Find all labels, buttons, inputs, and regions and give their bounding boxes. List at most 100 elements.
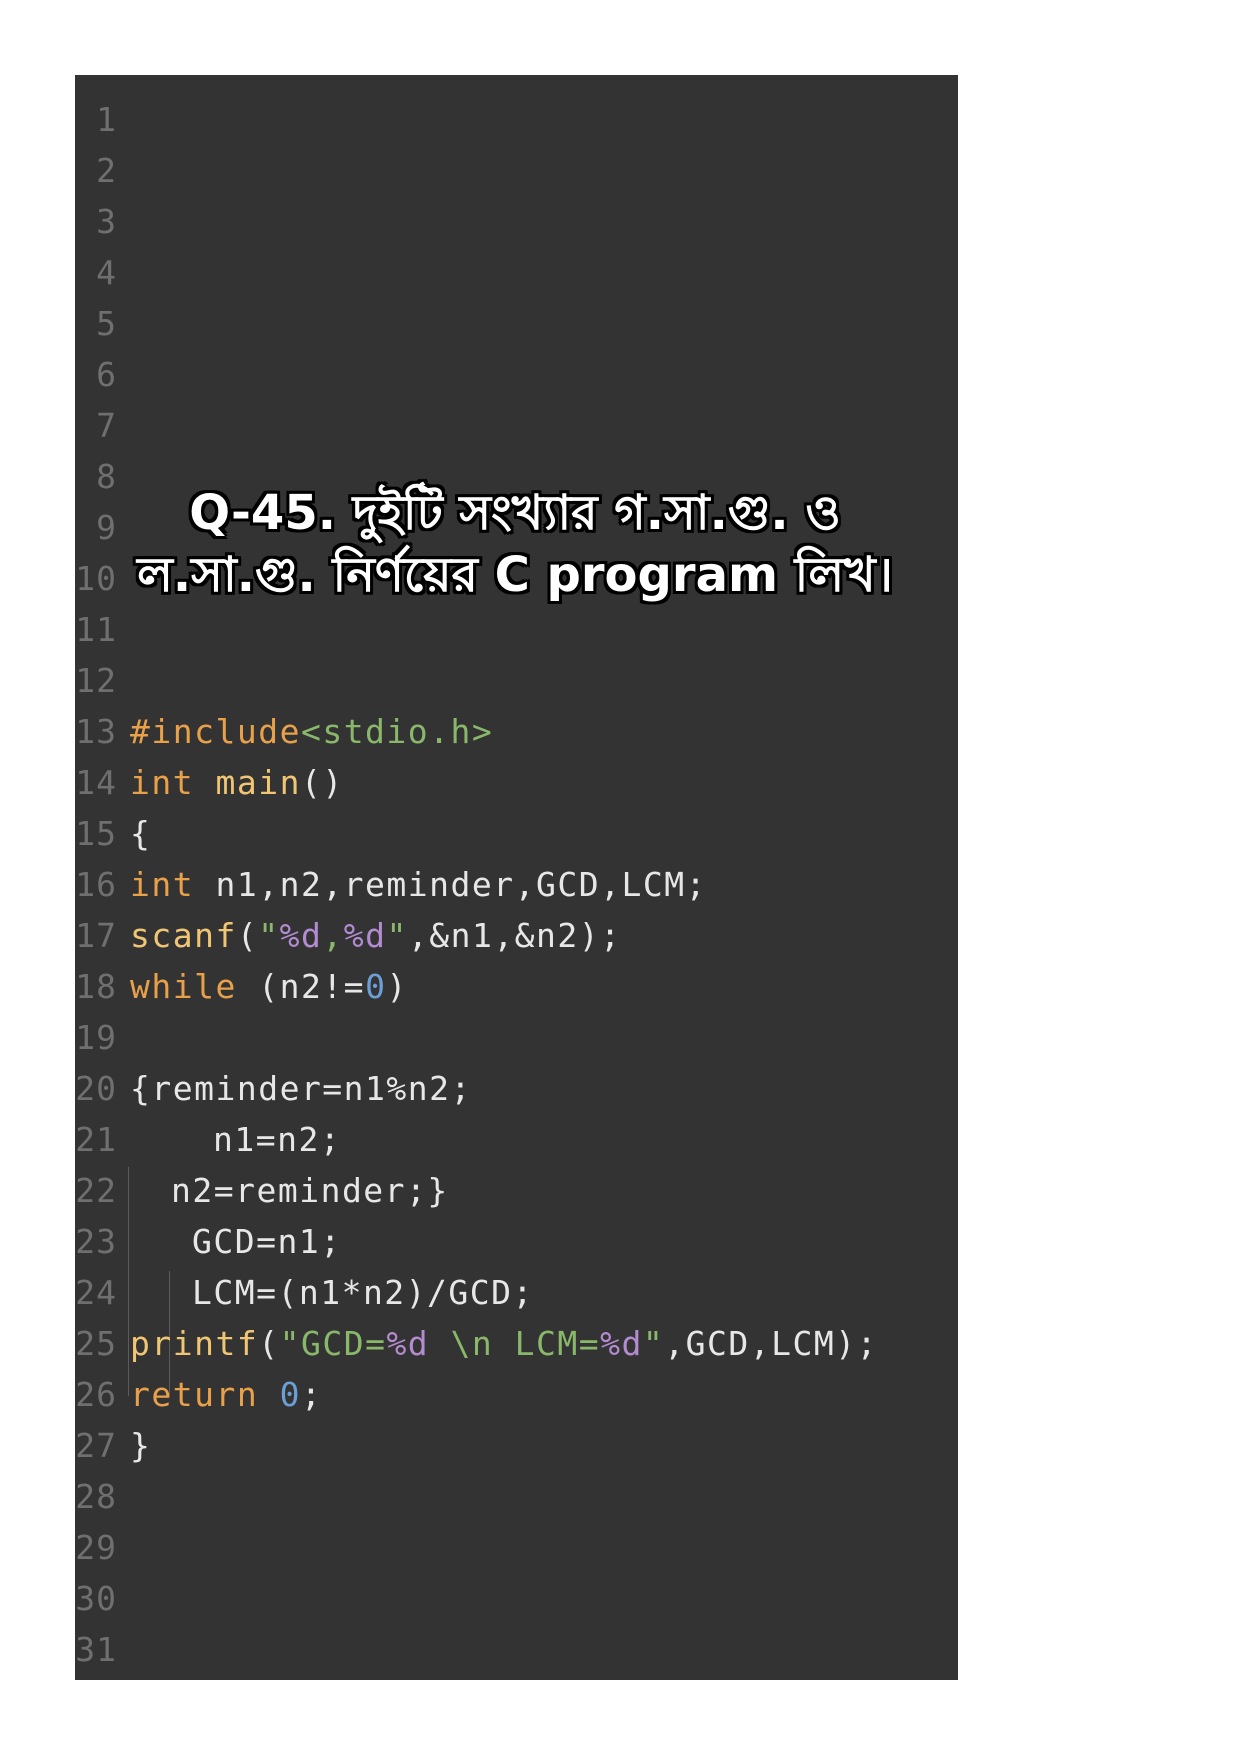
code-line[interactable]: 26 return 0; <box>75 1369 958 1420</box>
line-number: 18 <box>75 967 117 1006</box>
code-token: ,&n1,&n2); <box>407 916 622 955</box>
code-text: return 0; <box>130 1369 322 1420</box>
code-text: n1=n2; <box>213 1114 341 1165</box>
code-line[interactable]: 18 while (n2!=0) <box>75 961 958 1012</box>
code-text: #include<stdio.h> <box>130 706 493 757</box>
code-token: {reminder=n1%n2; <box>130 1069 472 1108</box>
code-line[interactable]: 17 scanf("%d,%d",&n1,&n2); <box>75 910 958 961</box>
question-title-line-2: ল.সা.গু. নির্ণয়ের C program লিখ। <box>137 547 893 603</box>
code-token: ,GCD,LCM); <box>664 1324 878 1363</box>
code-line[interactable]: 31 <box>75 1624 958 1675</box>
code-line[interactable]: 28 <box>75 1471 958 1522</box>
format-specifier: %d <box>386 1324 430 1363</box>
string-literal: " <box>386 916 408 955</box>
code-text: printf("GCD=%d \n LCM=%d",GCD,LCM); <box>130 1318 878 1369</box>
line-number: 14 <box>75 763 117 802</box>
line-number: 31 <box>75 1630 117 1669</box>
format-specifier: %d <box>279 916 323 955</box>
function-name: main <box>215 763 301 802</box>
line-number: 4 <box>96 253 117 292</box>
code-line[interactable]: 11 <box>75 604 958 655</box>
code-line[interactable]: 15 { <box>75 808 958 859</box>
line-number: 17 <box>75 916 117 955</box>
code-text: while (n2!=0) <box>130 961 408 1012</box>
line-number: 29 <box>75 1528 117 1567</box>
line-number: 15 <box>75 814 117 853</box>
keyword: int <box>130 865 195 904</box>
line-number: 24 <box>75 1273 117 1312</box>
line-number: 5 <box>96 304 117 343</box>
format-specifier: %d <box>600 1324 643 1363</box>
line-number: 26 <box>75 1375 117 1414</box>
line-number: 7 <box>96 406 117 445</box>
question-title-overlay: Q-45. দুইটি সংখ্যার গ.সা.গু. ও ল.সা.গু. … <box>100 482 930 606</box>
code-line[interactable]: 6 <box>75 349 958 400</box>
line-number: 6 <box>96 355 117 394</box>
code-line[interactable]: 23 GCD=n1; <box>75 1216 958 1267</box>
code-line[interactable]: 29 <box>75 1522 958 1573</box>
header-name: <stdio.h> <box>300 712 494 751</box>
string-literal: " <box>258 916 280 955</box>
code-line[interactable]: 1 <box>75 94 958 145</box>
string-literal: , <box>322 916 344 955</box>
code-text: } <box>130 1420 151 1471</box>
code-line[interactable]: 2 <box>75 145 958 196</box>
code-text: n2=reminder;} <box>171 1165 449 1216</box>
keyword: int <box>130 763 195 802</box>
code-line[interactable]: 20 {reminder=n1%n2; <box>75 1063 958 1114</box>
code-token: LCM=(n1*n2)/GCD; <box>192 1273 534 1312</box>
code-line[interactable]: 22 n2=reminder;} <box>75 1165 958 1216</box>
line-number: 16 <box>75 865 117 904</box>
line-number: 27 <box>75 1426 117 1465</box>
string-literal: "GCD= <box>279 1324 387 1363</box>
line-number: 21 <box>75 1120 117 1159</box>
code-token: } <box>130 1426 152 1465</box>
code-line[interactable]: 30 <box>75 1573 958 1624</box>
line-number: 19 <box>75 1018 117 1057</box>
line-number: 1 <box>96 100 117 139</box>
code-token: ( <box>258 1324 280 1363</box>
code-token: () <box>300 763 344 802</box>
question-title-line-1: Q-45. দুইটি সংখ্যার গ.সা.গু. ও <box>189 485 841 541</box>
code-line[interactable]: 21 n1=n2; <box>75 1114 958 1165</box>
line-number: 13 <box>75 712 117 751</box>
code-text: GCD=n1; <box>192 1216 342 1267</box>
code-line[interactable]: 4 <box>75 247 958 298</box>
line-number: 28 <box>75 1477 117 1516</box>
code-line[interactable]: 7 <box>75 400 958 451</box>
code-token: n2=reminder;} <box>171 1171 449 1210</box>
string-literal: " <box>642 1324 665 1363</box>
line-number: 3 <box>96 202 117 241</box>
keyword: while <box>130 967 237 1006</box>
code-token: (n2!= <box>236 967 366 1006</box>
format-specifier: %d <box>343 916 387 955</box>
number-literal: 0 <box>279 1375 301 1414</box>
code-line[interactable]: 5 <box>75 298 958 349</box>
line-number: 23 <box>75 1222 117 1261</box>
line-number: 12 <box>75 661 117 700</box>
line-number: 11 <box>75 610 117 649</box>
code-line[interactable]: 14 int main() <box>75 757 958 808</box>
code-text: scanf("%d,%d",&n1,&n2); <box>130 910 622 961</box>
line-number: 25 <box>75 1324 117 1363</box>
code-line[interactable]: 19 <box>75 1012 958 1063</box>
code-text: { <box>130 808 151 859</box>
code-text: LCM=(n1*n2)/GCD; <box>192 1267 534 1318</box>
code-token: n1,n2,reminder,GCD,LCM; <box>194 865 707 904</box>
code-line[interactable]: 16 int n1,n2,reminder,GCD,LCM; <box>75 859 958 910</box>
code-line[interactable]: 27 } <box>75 1420 958 1471</box>
code-text: int main() <box>130 757 344 808</box>
code-line[interactable]: 12 <box>75 655 958 706</box>
code-text: int n1,n2,reminder,GCD,LCM; <box>130 859 707 910</box>
code-line[interactable]: 24 LCM=(n1*n2)/GCD; <box>75 1267 958 1318</box>
code-token: GCD=n1; <box>192 1222 342 1261</box>
line-number: 20 <box>75 1069 117 1108</box>
code-line[interactable]: 13 #include<stdio.h> <box>75 706 958 757</box>
code-line[interactable]: 25 printf("GCD=%d \n LCM=%d",GCD,LCM); <box>75 1318 958 1369</box>
code-token: n1=n2; <box>213 1120 342 1159</box>
code-editor[interactable]: 1 2 3 4 5 6 7 8 9 10 11 12 13 #include<s… <box>75 75 958 1680</box>
code-token: ) <box>386 967 408 1006</box>
code-line[interactable]: 3 <box>75 196 958 247</box>
